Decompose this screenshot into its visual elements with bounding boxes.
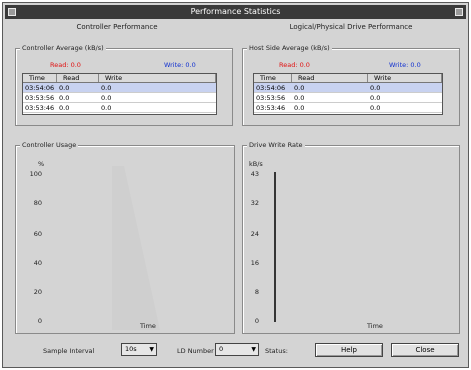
table-row[interactable]: 03:54:06 0.0 0.0 — [254, 83, 442, 93]
sample-interval-label: Sample Interval — [43, 347, 95, 355]
col-read[interactable]: Read — [57, 74, 99, 82]
ld-number-value: 0 — [219, 345, 224, 353]
graph-fill — [112, 166, 160, 330]
window-menu-icon[interactable] — [8, 8, 16, 16]
controller-stats-table[interactable]: Time Read Write 03:54:06 0.0 0.0 03:53:5… — [22, 73, 217, 115]
controller-usage-x-label: Time — [140, 322, 156, 330]
controller-usage-y-unit: % — [38, 160, 45, 168]
table-row[interactable]: 03:54:06 0.0 0.0 — [23, 83, 216, 93]
table-row[interactable]: 03:53:46 0.0 0.0 — [23, 103, 216, 113]
drive-write-rate-graph — [274, 172, 276, 322]
title-bar[interactable]: Performance Statistics — [5, 5, 466, 19]
controller-read-value: Read: 0.0 — [50, 61, 81, 69]
y-tick: 32 — [250, 199, 259, 207]
drive-write-rate-label: Drive Write Rate — [247, 141, 305, 149]
drive-write-rate-group: Drive Write Rate kB/s 43 32 24 16 8 0 Ti… — [242, 141, 460, 334]
y-tick: 20 — [33, 288, 42, 296]
table-header: Time Read Write — [23, 74, 216, 83]
table-row[interactable]: 03:53:56 0.0 0.0 — [254, 93, 442, 103]
host-stats-table[interactable]: Time Read Write 03:54:06 0.0 0.0 03:53:5… — [253, 73, 443, 115]
y-tick: 16 — [250, 259, 259, 267]
col-write[interactable]: Write — [368, 74, 442, 82]
controller-usage-graph — [112, 166, 160, 330]
drive-performance-title: Logical/Physical Drive Performance — [289, 23, 413, 31]
help-button[interactable]: Help — [315, 343, 383, 357]
performance-statistics-window: Performance Statistics Controller Perfor… — [2, 2, 469, 368]
col-write[interactable]: Write — [99, 74, 216, 82]
host-write-value: Write: 0.0 — [389, 61, 421, 69]
sample-interval-select[interactable]: 10s ▼ — [121, 343, 157, 356]
controller-write-value: Write: 0.0 — [164, 61, 196, 69]
table-row[interactable]: 03:53:46 0.0 0.0 — [254, 103, 442, 113]
col-time[interactable]: Time — [254, 74, 292, 82]
dropdown-arrow-icon: ▼ — [251, 346, 256, 353]
y-tick: 43 — [250, 170, 259, 178]
controller-usage-group: Controller Usage % 100 80 60 40 20 0 Tim… — [15, 141, 235, 334]
y-tick: 0 — [254, 317, 259, 325]
table-row[interactable]: 03:53:56 0.0 0.0 — [23, 93, 216, 103]
host-read-value: Read: 0.0 — [279, 61, 310, 69]
close-button[interactable]: Close — [391, 343, 459, 357]
status-label: Status: — [265, 347, 288, 355]
window-title: Performance Statistics — [190, 7, 281, 16]
y-tick: 40 — [33, 259, 42, 267]
ld-number-select[interactable]: 0 ▼ — [215, 343, 259, 356]
maximize-icon[interactable] — [455, 8, 463, 16]
dropdown-arrow-icon: ▼ — [149, 346, 154, 353]
host-side-average-label: Host Side Average (kB/s) — [247, 44, 332, 52]
y-tick: 60 — [33, 230, 42, 238]
col-read[interactable]: Read — [292, 74, 368, 82]
controller-average-group: Controller Average (kB/s) Read: 0.0 Writ… — [15, 44, 233, 126]
table-header: Time Read Write — [254, 74, 442, 83]
y-tick: 100 — [29, 170, 42, 178]
controller-average-label: Controller Average (kB/s) — [20, 44, 106, 52]
ld-number-label: LD Number — [177, 347, 214, 355]
drive-write-rate-y-unit: kB/s — [249, 160, 263, 168]
y-tick: 0 — [37, 317, 42, 325]
col-time[interactable]: Time — [23, 74, 57, 82]
controller-usage-label: Controller Usage — [20, 141, 79, 149]
y-tick: 24 — [250, 230, 259, 238]
drive-write-rate-x-label: Time — [367, 322, 383, 330]
y-tick: 80 — [33, 199, 42, 207]
sample-interval-value: 10s — [125, 345, 137, 353]
controller-performance-title: Controller Performance — [76, 23, 158, 31]
host-side-average-group: Host Side Average (kB/s) Read: 0.0 Write… — [242, 44, 460, 126]
y-tick: 8 — [254, 288, 259, 296]
